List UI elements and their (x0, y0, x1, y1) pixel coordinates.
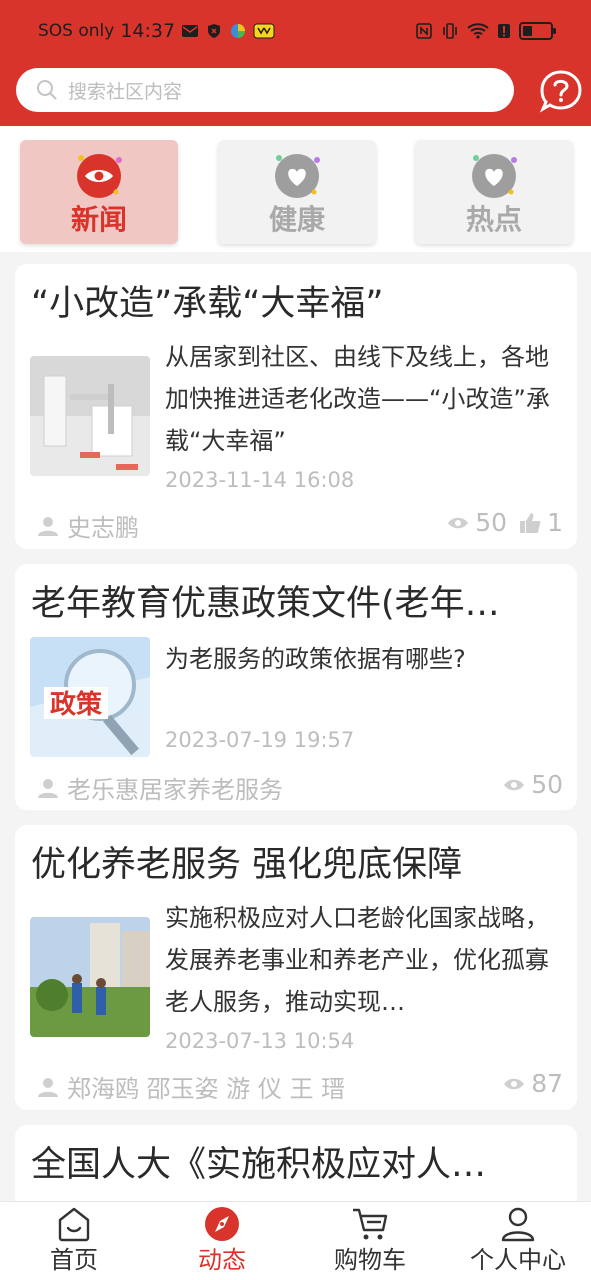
wifi-icon (467, 23, 489, 39)
thumbnail-text: 政策 (50, 689, 102, 720)
nav-feed[interactable]: 动态 (148, 1202, 296, 1280)
category-tabs: 新闻 健康 热点 (0, 126, 591, 252)
alert-icon (498, 24, 510, 38)
nav-home[interactable]: 首页 (0, 1202, 148, 1280)
app-header: SOS only 14:37 搜索社区内容 (0, 0, 591, 126)
article-author: 老乐惠居家养老服务 (37, 770, 283, 805)
eye-icon (77, 154, 122, 198)
article-title: 全国人大《实施积极应对人… (31, 1145, 487, 1185)
bottom-navigation: 首页 动态 购物车 个人中心 (0, 1201, 591, 1280)
user-icon (38, 1077, 58, 1097)
article-card[interactable]: “小改造”承载“大幸福” 从居家到社区、由线下及线上，各地加快推进适老化改造——… (15, 264, 577, 549)
eye-icon (504, 779, 525, 790)
article-date: 2023-11-14 16:08 (165, 468, 355, 492)
view-count: 87 (531, 1069, 563, 1098)
vibrate-icon (443, 23, 457, 39)
article-thumbnail (30, 356, 150, 476)
user-icon (38, 516, 58, 536)
mail-icon (182, 25, 199, 37)
cart-icon (353, 1208, 388, 1240)
article-summary: 实施积极应对人口老龄化国家战略，发展养老事业和养老产业，优化孤寡老人服务，推动实… (165, 904, 549, 1016)
tab-health[interactable]: 健康 (218, 140, 376, 244)
article-date: 2023-07-19 19:57 (165, 728, 355, 752)
user-icon (501, 1207, 535, 1242)
heart-icon (472, 154, 517, 198)
app-notification-icon (231, 24, 246, 38)
author-name: 史志鹏 (67, 514, 139, 542)
eye-icon (448, 517, 469, 528)
article-card[interactable]: 优化养老服务 强化兜底保障 实施积极应对人口老龄化国家战略，发展养老事业和养老产… (15, 825, 577, 1110)
help-icon[interactable] (538, 68, 584, 114)
tab-hot-label: 热点 (465, 203, 522, 236)
nfc-icon (416, 23, 432, 39)
search-input[interactable]: 搜索社区内容 (16, 68, 514, 112)
carrier-text: SOS only (38, 21, 115, 41)
article-title: 优化养老服务 强化兜底保障 (31, 845, 463, 885)
nav-cart-label: 购物车 (334, 1246, 406, 1274)
nav-profile-label: 个人中心 (470, 1246, 566, 1274)
home-icon (58, 1207, 90, 1242)
article-thumbnail: 政策 (30, 637, 150, 757)
article-summary: 为老服务的政策依据有哪些? (165, 645, 466, 673)
article-author: 史志鹏 (37, 508, 139, 543)
view-count: 50 (531, 770, 563, 799)
shield-icon (208, 24, 221, 38)
nav-home-label: 首页 (50, 1246, 98, 1274)
article-stats: 50 1 (447, 508, 563, 537)
tab-news[interactable]: 新闻 (20, 140, 178, 244)
compass-icon (205, 1207, 239, 1241)
tab-health-label: 健康 (268, 203, 325, 236)
tab-news-label: 新闻 (70, 203, 127, 236)
article-stats: 50 (503, 770, 563, 799)
article-title: 老年教育优惠政策文件(老年… (31, 584, 500, 624)
nav-profile[interactable]: 个人中心 (444, 1202, 591, 1280)
thumbs-up-icon[interactable] (519, 512, 541, 534)
clock-text: 14:37 (120, 20, 176, 42)
article-card[interactable]: 老年教育优惠政策文件(老年… 政策 为老服务的政策依据有哪些? 2023-07-… (15, 564, 577, 810)
nav-feed-label: 动态 (198, 1246, 246, 1274)
article-author: 郑海鸥 邵玉姿 游 仪 王 瑨 (37, 1069, 345, 1104)
article-date: 2023-07-13 10:54 (165, 1029, 355, 1053)
battery-icon (519, 22, 556, 40)
status-bar: SOS only 14:37 (0, 12, 591, 54)
user-icon (38, 778, 58, 798)
search-placeholder: 搜索社区内容 (68, 80, 183, 103)
tab-hot[interactable]: 热点 (415, 140, 573, 244)
article-stats: 87 (503, 1069, 563, 1098)
eye-icon (504, 1078, 525, 1089)
author-name: 老乐惠居家养老服务 (67, 776, 283, 804)
search-icon (37, 80, 57, 100)
app-badge-icon (253, 23, 275, 39)
nav-cart[interactable]: 购物车 (296, 1202, 444, 1280)
author-name: 郑海鸥 邵玉姿 游 仪 王 瑨 (67, 1075, 346, 1103)
article-summary: 从居家到社区、由线下及线上，各地加快推进适老化改造——“小改造”承载“大幸福” (165, 343, 550, 455)
like-count: 1 (547, 508, 563, 537)
article-title: “小改造”承载“大幸福” (31, 284, 384, 324)
view-count: 50 (475, 508, 508, 537)
article-thumbnail (30, 917, 150, 1037)
heart-icon (275, 154, 320, 198)
